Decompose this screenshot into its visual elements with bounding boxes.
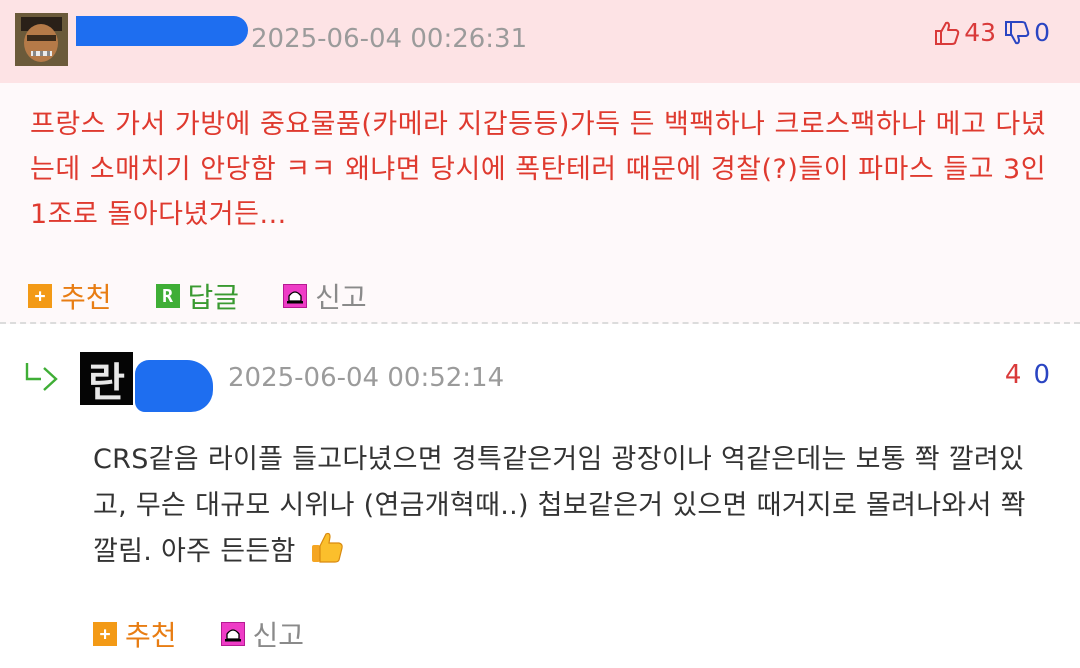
upvote-count[interactable]: 4: [1005, 360, 1022, 390]
comment-actions: + 추천 신고: [93, 614, 348, 654]
plus-icon: +: [93, 622, 117, 646]
reply-label: 답글: [187, 281, 240, 314]
comment-header: 2025-06-04 00:26:31 43 0: [0, 0, 1080, 83]
plus-icon: +: [28, 284, 52, 308]
downvote-count[interactable]: 0: [1033, 360, 1050, 390]
thumbs-down-icon[interactable]: [1004, 20, 1030, 46]
report-button[interactable]: 신고: [220, 614, 305, 654]
vote-box: 43 0: [934, 18, 1050, 47]
vote-box: 4 0: [1005, 360, 1050, 390]
reply-button[interactable]: R 답글: [155, 276, 240, 316]
reply-arrow-icon: [25, 363, 58, 391]
recommend-button[interactable]: + 추천: [93, 614, 177, 654]
comment-actions: + 추천 R 답글 신고: [28, 276, 411, 316]
recommend-label: 추천: [60, 281, 112, 314]
siren-icon: [220, 622, 245, 646]
redacted-nickname-stroke: [155, 30, 215, 46]
comment-best: 2025-06-04 00:26:31 43 0 프랑스 가서 가방에 중요물품…: [0, 0, 1080, 324]
comment-body: CRS같음 라이플 들고다녔으면 경특같은거임 광장이나 역같은데는 보통 쫙 …: [93, 437, 1053, 575]
report-label: 신고: [252, 619, 305, 652]
redacted-nickname: [135, 360, 213, 412]
recommend-label: 추천: [125, 619, 177, 652]
avatar[interactable]: [15, 13, 68, 66]
comment-body-text: CRS같음 라이플 들고다녔으면 경특같은거임 광장이나 역같은데는 보통 쫙 …: [93, 444, 1026, 567]
report-label: 신고: [315, 281, 367, 314]
comment-body: 프랑스 가서 가방에 중요물품(카메라 지갑등등)가득 든 백팩하나 크로스팩하…: [30, 109, 1047, 230]
thumbs-up-icon[interactable]: [934, 20, 960, 46]
recommend-button[interactable]: + 추천: [28, 276, 112, 316]
comment-timestamp: 2025-06-04 00:26:31: [251, 24, 528, 54]
report-button[interactable]: 신고: [283, 276, 367, 316]
avatar[interactable]: 란: [80, 352, 133, 406]
upvote-count: 43: [964, 18, 997, 47]
comment-timestamp: 2025-06-04 00:52:14: [228, 363, 505, 393]
siren-icon: [283, 284, 308, 308]
thumbs-up-emoji: [311, 532, 343, 563]
downvote-count: 0: [1034, 18, 1050, 47]
r-icon: R: [155, 284, 180, 308]
